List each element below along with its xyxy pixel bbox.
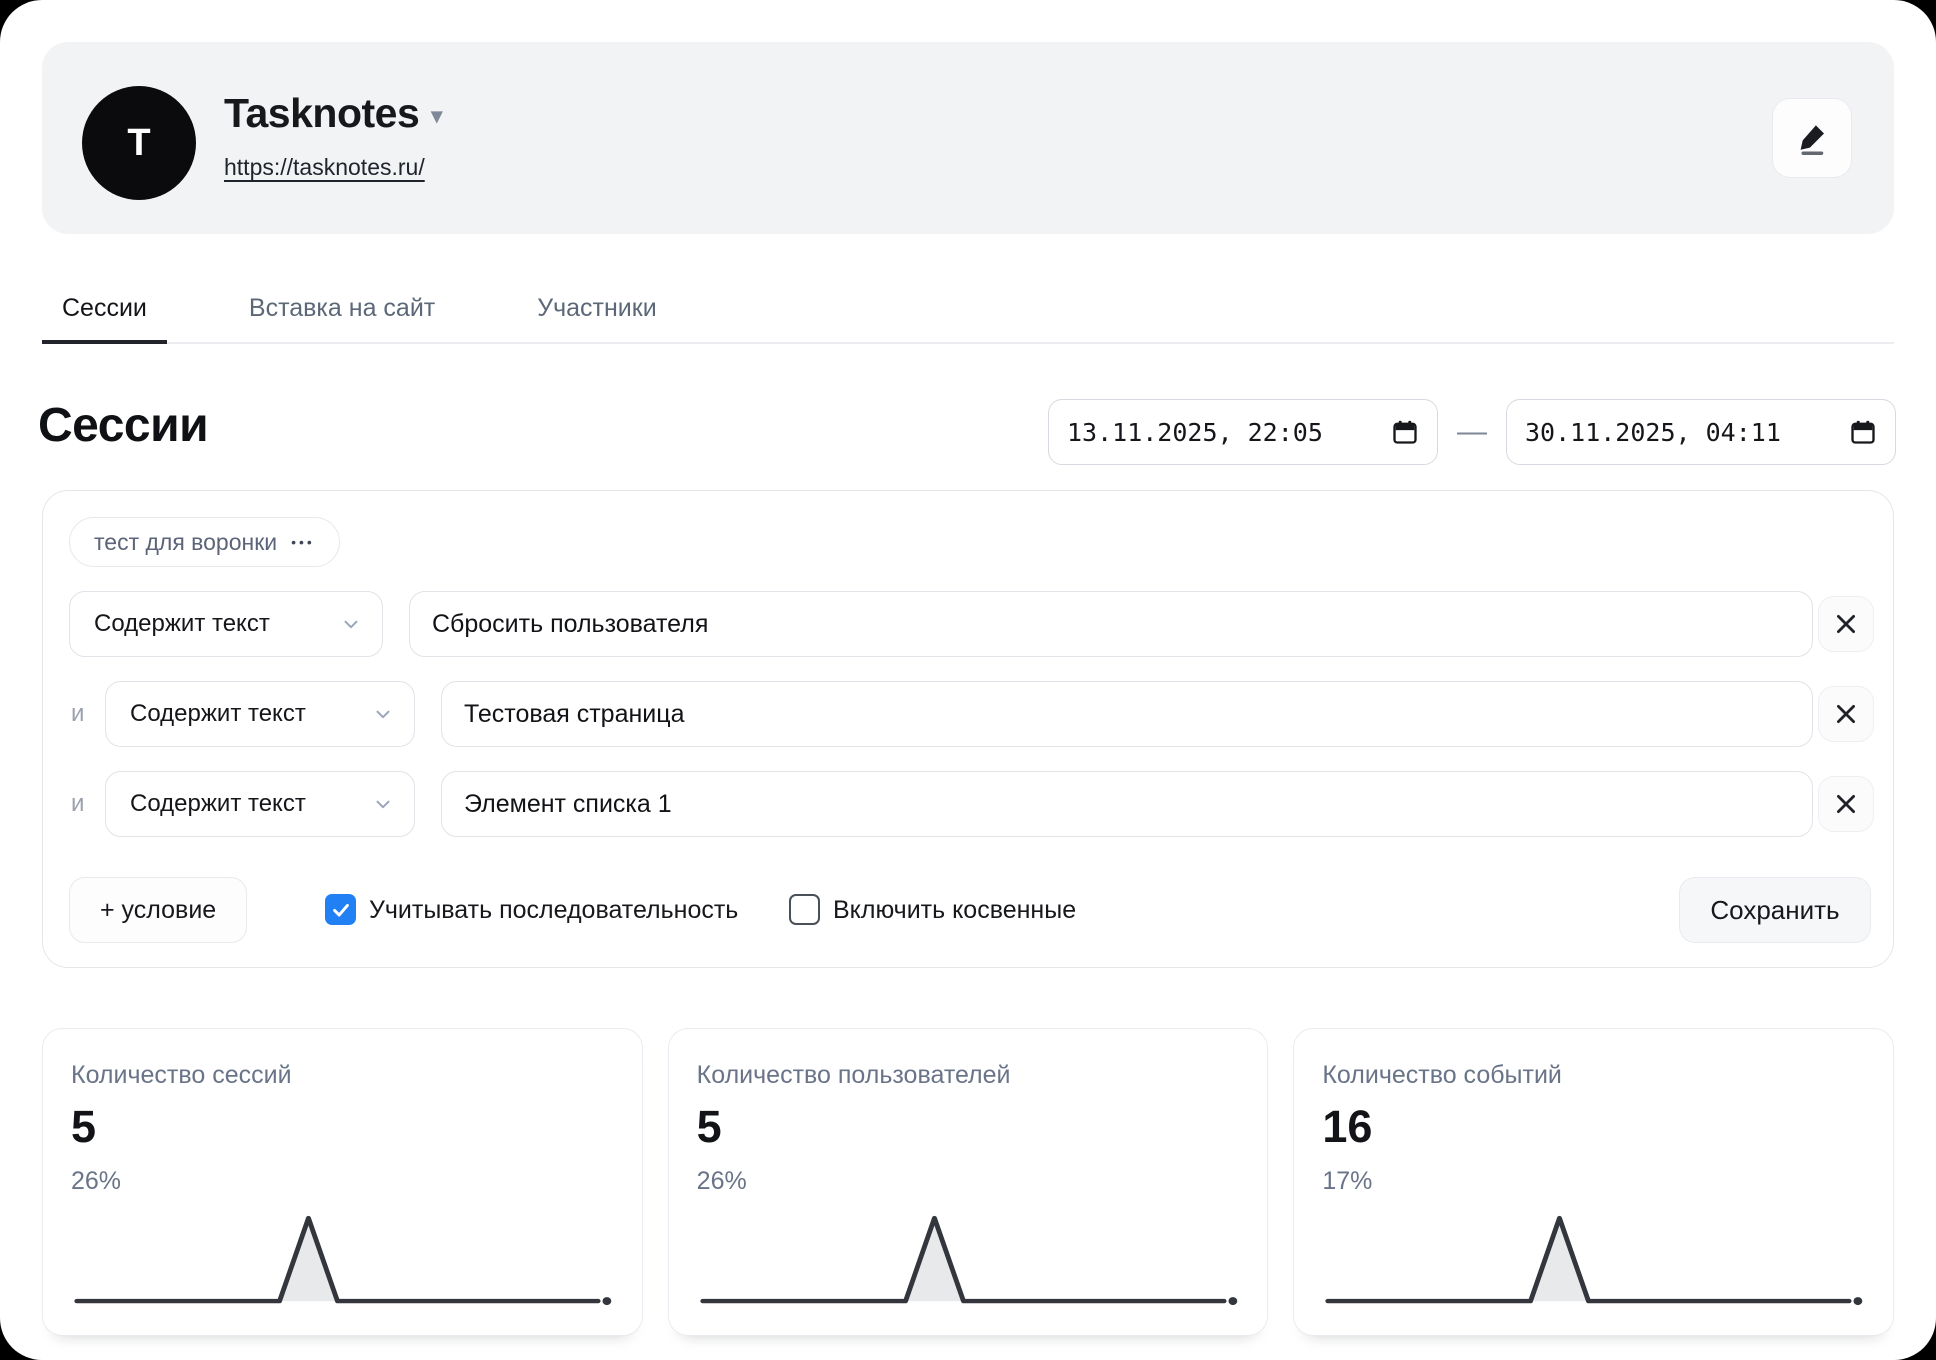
calendar-icon[interactable] [1849, 418, 1877, 446]
chevron-down-icon [372, 793, 394, 815]
date-start-value: 13.11.2025, 22:05 [1067, 418, 1323, 447]
pencil-icon [1794, 120, 1830, 156]
sequence-checkbox[interactable] [325, 894, 356, 925]
operator-select-value: Содержит текст [94, 610, 270, 638]
date-start-input[interactable]: 13.11.2025, 22:05 [1048, 399, 1438, 465]
filter-row: Содержит текст [43, 591, 1893, 657]
stat-label: Количество пользователей [697, 1061, 1011, 1090]
calendar-icon[interactable] [1391, 418, 1419, 446]
stat-label: Количество событий [1322, 1061, 1562, 1090]
stat-card-sessions: Количество сессий 5 26% [42, 1028, 643, 1336]
edit-project-button[interactable] [1772, 98, 1852, 178]
stats-row: Количество сессий 5 26% Количество польз… [42, 1028, 1894, 1336]
chevron-down-icon: ▾ [431, 103, 442, 128]
indirect-checkbox-label[interactable]: Включить косвенные [833, 877, 1076, 943]
stat-percent: 26% [697, 1167, 747, 1196]
page-title: Tasknotes [224, 90, 419, 136]
project-header: T Tasknotes ▾ https://tasknotes.ru/ [42, 42, 1894, 234]
close-icon [1833, 611, 1859, 637]
app-page: T Tasknotes ▾ https://tasknotes.ru/ Сесси… [0, 0, 1936, 1360]
date-end-input[interactable]: 30.11.2025, 04:11 [1506, 399, 1896, 465]
section-title: Сессии [38, 398, 208, 453]
funnel-filter-panel: тест для воронки ••• Содержит текст и Со [42, 490, 1894, 968]
filter-actions-row: + условие Учитывать последовательность В… [43, 877, 1893, 943]
operator-select[interactable]: Содержит текст [105, 681, 415, 747]
avatar-letter: T [127, 122, 150, 165]
funnel-name-label: тест для воронки [94, 529, 277, 556]
save-button[interactable]: Сохранить [1679, 877, 1871, 943]
date-end-value: 30.11.2025, 04:11 [1525, 418, 1781, 447]
stat-card-users: Количество пользователей 5 26% [668, 1028, 1269, 1336]
chevron-down-icon [372, 703, 394, 725]
tab-members[interactable]: Участники [517, 282, 676, 344]
remove-condition-button[interactable] [1818, 776, 1874, 832]
close-icon [1833, 701, 1859, 727]
stat-value: 16 [1322, 1101, 1372, 1153]
sparkline-chart [695, 1211, 1242, 1317]
filter-value-input[interactable] [441, 771, 1813, 837]
filter-value-input[interactable] [409, 591, 1813, 657]
check-icon [330, 899, 352, 921]
more-options-icon[interactable]: ••• [291, 534, 315, 550]
stat-percent: 17% [1322, 1167, 1372, 1196]
close-icon [1833, 791, 1859, 817]
chevron-down-icon [340, 613, 362, 635]
conjunction-label: и [71, 771, 84, 837]
filter-row: и Содержит текст [43, 681, 1893, 747]
avatar: T [82, 86, 196, 200]
sparkline-chart [69, 1211, 616, 1317]
conjunction-label: и [71, 681, 84, 747]
add-condition-button[interactable]: + условие [69, 877, 247, 943]
filter-value-input[interactable] [441, 681, 1813, 747]
project-url-link[interactable]: https://tasknotes.ru/ [224, 154, 425, 181]
stat-card-events: Количество событий 16 17% [1293, 1028, 1894, 1336]
tab-bar: Сессии Вставка на сайт Участники [42, 282, 1894, 344]
stat-percent: 26% [71, 1167, 121, 1196]
stat-label: Количество сессий [71, 1061, 292, 1090]
tab-sessions[interactable]: Сессии [42, 282, 167, 344]
sparkline-chart [1320, 1211, 1867, 1317]
operator-select-value: Содержит текст [130, 790, 306, 818]
remove-condition-button[interactable] [1818, 686, 1874, 742]
remove-condition-button[interactable] [1818, 596, 1874, 652]
project-title-dropdown[interactable]: Tasknotes ▾ [224, 90, 442, 137]
sequence-checkbox-label[interactable]: Учитывать последовательность [369, 877, 738, 943]
operator-select[interactable]: Содержит текст [69, 591, 383, 657]
filter-row: и Содержит текст [43, 771, 1893, 837]
funnel-name-badge[interactable]: тест для воронки ••• [69, 517, 340, 567]
indirect-checkbox[interactable] [789, 894, 820, 925]
stat-value: 5 [697, 1101, 722, 1153]
operator-select-value: Содержит текст [130, 700, 306, 728]
date-range-separator: — [1452, 399, 1492, 465]
tab-embed[interactable]: Вставка на сайт [229, 282, 455, 344]
operator-select[interactable]: Содержит текст [105, 771, 415, 837]
stat-value: 5 [71, 1101, 96, 1153]
